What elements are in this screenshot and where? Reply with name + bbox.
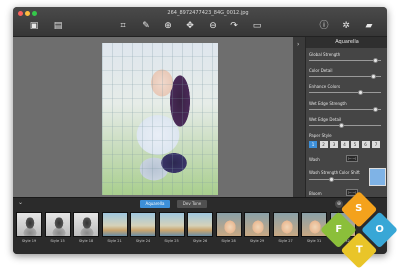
setting-slider[interactable]	[309, 74, 381, 79]
slider-label: Color Detail	[309, 68, 333, 73]
thumbnail-label: Style 29	[249, 239, 265, 243]
style-thumbnail[interactable]	[187, 212, 213, 237]
paper-style-button[interactable]: 1	[309, 141, 317, 148]
compare-icon[interactable]: ▭	[250, 20, 264, 32]
setting-slider[interactable]	[309, 123, 381, 128]
zoom-in-icon[interactable]: ⊕	[161, 20, 175, 32]
thumbnail-label: Style 24	[135, 239, 151, 243]
setting-slider[interactable]	[309, 90, 381, 95]
watermark-letter: T	[355, 244, 363, 256]
watermark-letter: O	[375, 223, 384, 235]
bloom-label: Bloom	[309, 191, 322, 196]
edited-photo	[102, 43, 218, 195]
watermark-letter: F	[335, 223, 342, 235]
window-title: 264_8972477423_84G_0012.jpg	[167, 10, 249, 16]
thumbnail-label: Style 26	[192, 239, 208, 243]
style-thumbnail[interactable]	[158, 212, 185, 237]
style-thumbnail[interactable]	[73, 212, 99, 237]
style-thumbnail[interactable]	[101, 212, 128, 237]
thumbnail-label: Style 15	[50, 239, 65, 243]
export-icon[interactable]: ▤	[51, 20, 65, 32]
thumbnail-label: Style 28	[221, 239, 236, 243]
style-thumbnail[interactable]	[215, 212, 242, 237]
close-window-button[interactable]	[18, 11, 23, 16]
paper-style-button[interactable]: 6	[361, 141, 370, 148]
settings-icon[interactable]: ✲	[339, 20, 353, 32]
chevron-down-icon[interactable]: ⌄	[18, 199, 23, 206]
thumbnail-label: Style 21	[107, 239, 122, 243]
wash-strength-label: Wash Strength	[309, 170, 339, 175]
paper-style-button[interactable]: 4	[340, 141, 349, 148]
zoom-window-button[interactable]	[32, 11, 37, 16]
paper-style-button[interactable]: 3	[330, 141, 338, 148]
slider-label: Global Strength	[309, 52, 341, 57]
brush-icon[interactable]: ✎	[139, 20, 153, 32]
crop-icon[interactable]: ⌗	[116, 20, 130, 32]
zoom-out-icon[interactable]: ⊖	[206, 20, 220, 32]
style-thumbnail[interactable]	[272, 212, 299, 237]
color-shift-label: Color Shift	[339, 170, 360, 175]
open-image-icon[interactable]: ▣	[27, 20, 41, 32]
share-icon[interactable]: ▰	[362, 20, 376, 32]
thumbnail-label: Style 27	[278, 239, 293, 243]
color-shift-swatch[interactable]	[369, 168, 386, 186]
collapse-panel-button[interactable]: ›	[297, 41, 299, 48]
slider-knob[interactable]	[372, 58, 378, 63]
paper-style-label: Paper Style	[309, 133, 332, 138]
thumbnail-label: Style 31	[306, 239, 322, 243]
paper-style-button[interactable]: 7	[372, 141, 380, 148]
minimize-window-button[interactable]	[25, 11, 30, 16]
slider-label: Wet Edge Detail	[309, 117, 342, 122]
slider-label: Wet Edge Strength	[309, 101, 347, 106]
wash-strength-slider[interactable]	[309, 177, 359, 182]
wash-toggle[interactable]: ⊢⊣	[346, 155, 358, 162]
style-thumbnail[interactable]	[130, 212, 156, 237]
thumbnail-label: Style 25	[164, 239, 179, 243]
slider-label: Enhance Colors	[309, 84, 341, 89]
app-window: 264_8972477423_84G_0012.jpg › Aquarella …	[13, 7, 387, 254]
slider-knob[interactable]	[371, 74, 377, 79]
info-icon[interactable]: ⓘ	[317, 20, 331, 32]
watermark-letter: S	[355, 203, 363, 215]
slider-knob[interactable]	[358, 90, 364, 95]
setting-slider[interactable]	[309, 107, 381, 112]
wash-strength-knob[interactable]	[329, 177, 334, 182]
slider-knob[interactable]	[372, 107, 378, 112]
image-canvas[interactable]	[13, 37, 293, 197]
tab-aquarella[interactable]: Aquarella	[140, 200, 170, 208]
wash-label: Wash	[309, 157, 320, 162]
redo-icon[interactable]: ↷	[227, 20, 241, 32]
tab-dev-tone[interactable]: Dev Tone	[177, 200, 207, 208]
move-icon[interactable]: ✥	[183, 20, 197, 32]
thumbnail-label: Style 19	[21, 239, 37, 243]
slider-knob[interactable]	[338, 123, 344, 128]
paper-style-button[interactable]: 2	[319, 141, 328, 148]
paper-style-button[interactable]: 5	[351, 141, 359, 148]
style-thumbnail[interactable]	[16, 212, 42, 237]
thumbnail-label: Style 18	[78, 239, 94, 243]
panel-title: Aquarella	[306, 37, 387, 48]
setting-slider[interactable]	[309, 58, 381, 63]
style-thumbnail[interactable]	[44, 212, 71, 237]
style-thumbnail[interactable]	[244, 212, 270, 237]
